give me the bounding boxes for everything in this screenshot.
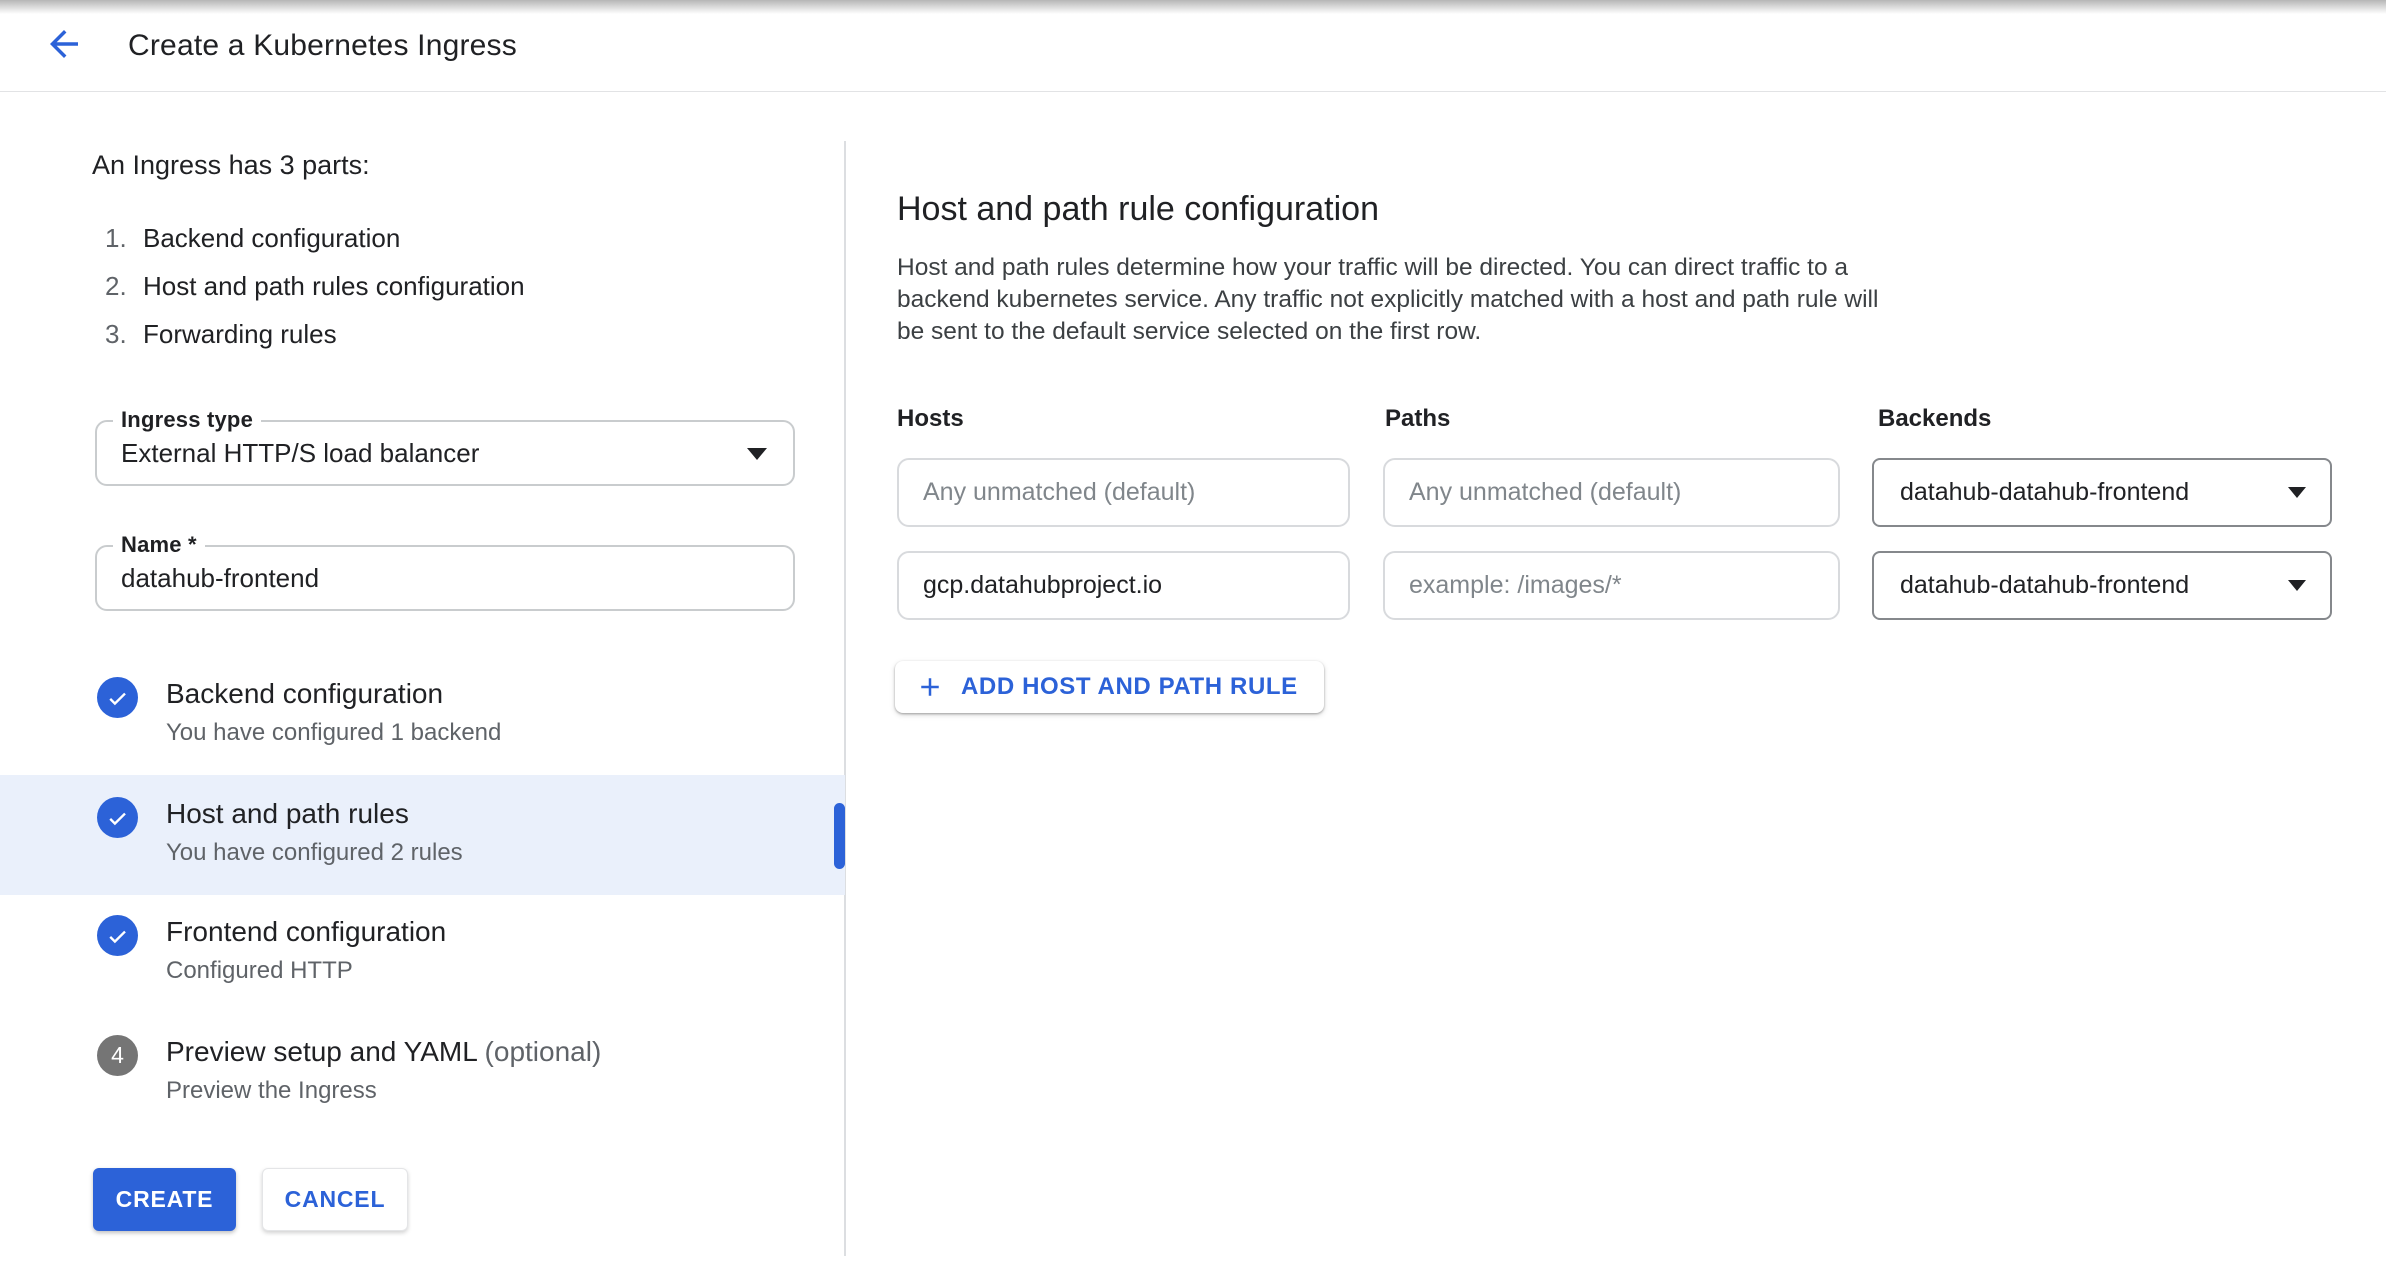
step-preview-setup-yaml[interactable]: 4 Preview setup and YAML (optional) Prev… xyxy=(0,1020,845,1132)
step-frontend-configuration[interactable]: Frontend configuration Configured HTTP xyxy=(0,900,845,1010)
rule-row-2-backend-cell: datahub-datahub-frontend xyxy=(1872,551,2332,620)
ingress-type-label: Ingress type xyxy=(113,407,261,433)
list-item: 3. Forwarding rules xyxy=(105,310,525,358)
step-subtitle: You have configured 1 backend xyxy=(166,718,845,748)
cancel-button[interactable]: CANCEL xyxy=(262,1168,408,1231)
rule-row-1-path-cell xyxy=(1383,458,1840,527)
step-number-badge: 4 xyxy=(97,1035,138,1076)
ingress-type-select[interactable]: Ingress type External HTTP/S load balanc… xyxy=(95,420,795,486)
step-title: Backend configuration xyxy=(166,677,845,711)
name-field: Name * xyxy=(95,545,795,611)
step-title-text: Preview setup and YAML xyxy=(166,1036,477,1067)
host-path-rule-panel: Host and path rule configuration Host an… xyxy=(845,92,2386,1282)
ingress-parts-list: 1. Backend configuration 2. Host and pat… xyxy=(105,214,525,358)
step-title: Preview setup and YAML (optional) xyxy=(166,1035,845,1069)
caret-down-icon xyxy=(2288,580,2306,591)
rule-row-1-host-cell xyxy=(897,458,1350,527)
check-icon xyxy=(97,677,138,718)
scrollbar-thumb[interactable] xyxy=(834,803,845,869)
step-subtitle: Preview the Ingress xyxy=(166,1076,845,1106)
column-header-backends: Backends xyxy=(1878,405,1991,433)
column-header-paths: Paths xyxy=(1385,405,1450,433)
section-description: Host and path rules determine how your t… xyxy=(897,252,1902,348)
check-icon xyxy=(97,797,138,838)
host-input[interactable] xyxy=(897,551,1350,620)
list-item-label: Backend configuration xyxy=(143,214,400,262)
section-heading: Host and path rule configuration xyxy=(897,190,1379,229)
list-item-label: Forwarding rules xyxy=(143,310,337,358)
top-shadow xyxy=(0,0,2386,14)
path-input[interactable] xyxy=(1383,551,1840,620)
check-icon xyxy=(97,915,138,956)
list-item-label: Host and path rules configuration xyxy=(143,262,525,310)
step-title: Host and path rules xyxy=(166,797,845,831)
rule-row-2-host-cell xyxy=(897,551,1350,620)
rule-row-1-backend-cell: datahub-datahub-frontend xyxy=(1872,458,2332,527)
create-ingress-page: Create a Kubernetes Ingress An Ingress h… xyxy=(0,0,2386,1282)
caret-down-icon xyxy=(2288,487,2306,498)
path-input[interactable] xyxy=(1383,458,1840,527)
name-field-label: Name * xyxy=(113,532,205,558)
intro-text: An Ingress has 3 parts: xyxy=(92,150,370,181)
step-title-optional: (optional) xyxy=(485,1036,602,1067)
list-item: 1. Backend configuration xyxy=(105,214,525,262)
list-item-number: 1. xyxy=(105,214,143,262)
host-input[interactable] xyxy=(897,458,1350,527)
column-header-hosts: Hosts xyxy=(897,405,964,433)
backend-select-value: datahub-datahub-frontend xyxy=(1900,571,2189,600)
add-host-path-rule-button[interactable]: ADD HOST AND PATH RULE xyxy=(895,661,1324,713)
step-title: Frontend configuration xyxy=(166,915,845,949)
backend-select[interactable]: datahub-datahub-frontend xyxy=(1872,551,2332,620)
create-button[interactable]: CREATE xyxy=(93,1168,236,1231)
left-panel: An Ingress has 3 parts: 1. Backend confi… xyxy=(0,92,845,1282)
plus-icon xyxy=(915,672,945,702)
list-item-number: 2. xyxy=(105,262,143,310)
add-rule-label: ADD HOST AND PATH RULE xyxy=(961,673,1298,701)
arrow-left-icon xyxy=(43,23,85,70)
step-subtitle: You have configured 2 rules xyxy=(166,838,845,868)
back-button[interactable] xyxy=(42,24,86,68)
step-backend-configuration[interactable]: Backend configuration You have configure… xyxy=(0,662,845,772)
list-item: 2. Host and path rules configuration xyxy=(105,262,525,310)
backend-select-value: datahub-datahub-frontend xyxy=(1900,478,2189,507)
rule-row-2-path-cell xyxy=(1383,551,1840,620)
backend-select[interactable]: datahub-datahub-frontend xyxy=(1872,458,2332,527)
step-host-and-path-rules[interactable]: Host and path rules You have configured … xyxy=(0,775,845,895)
step-subtitle: Configured HTTP xyxy=(166,956,845,986)
caret-down-icon xyxy=(747,448,767,460)
list-item-number: 3. xyxy=(105,310,143,358)
form-actions: CREATE CANCEL xyxy=(93,1168,408,1231)
